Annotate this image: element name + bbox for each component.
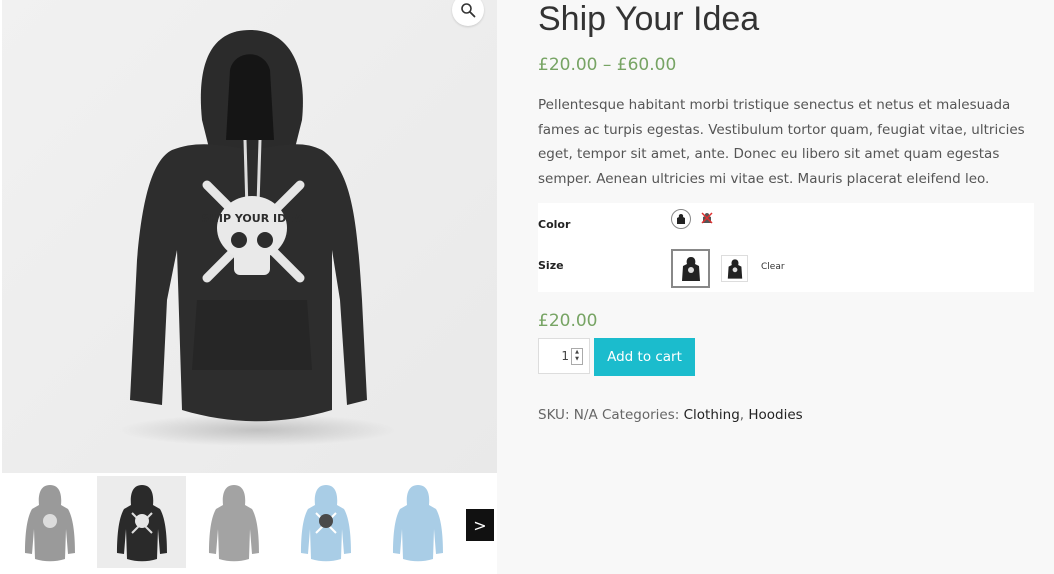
color-swatch-black[interactable]	[671, 209, 691, 229]
category-link-hoodies[interactable]: Hoodies	[748, 407, 802, 423]
thumbnail-grey-print[interactable]	[5, 476, 94, 568]
size-swatch-option[interactable]	[721, 255, 748, 282]
magnifier-icon	[461, 3, 476, 18]
product-title: Ship Your Idea	[538, 0, 760, 38]
chevron-right-icon: >	[473, 515, 487, 535]
product-gallery: SHIP YOUR IDEA >	[0, 0, 497, 574]
thumbnail-blue-print[interactable]	[281, 476, 370, 568]
add-to-cart-button[interactable]: Add to cart	[594, 338, 695, 376]
hoodie-thumbnail-icon	[300, 485, 351, 562]
thumbnail-grey[interactable]	[189, 476, 278, 568]
clear-link[interactable]: Clear	[761, 262, 785, 272]
price-range: £20.00 – £60.00	[538, 55, 677, 75]
hoodie-swatch-icon	[677, 214, 685, 224]
category-separator: ,	[739, 407, 745, 423]
variations-table: Color Size Clear	[538, 203, 1034, 292]
variation-price: £20.00	[538, 311, 598, 331]
caret-down-icon[interactable]: ▼	[572, 356, 582, 364]
thumbnail-next-button[interactable]: >	[466, 509, 494, 541]
hoodie-swatch-icon	[727, 258, 742, 279]
thumbnail-blue[interactable]	[373, 476, 462, 568]
hoodie-thumbnail-icon	[392, 485, 443, 562]
categories-label: Categories:	[601, 407, 680, 423]
print-text: SHIP YOUR IDEA	[202, 212, 303, 225]
sku-label: SKU:	[538, 407, 570, 423]
quantity-stepper[interactable]: 1 ▲ ▼	[538, 338, 590, 374]
hoodie-thumbnail-icon	[24, 485, 75, 562]
quantity-spinner[interactable]: ▲ ▼	[571, 347, 583, 365]
product-meta: SKU: N/A Categories: Clothing, Hoodies	[538, 407, 803, 423]
color-swatch-unavailable[interactable]	[700, 211, 714, 225]
color-label: Color	[538, 218, 571, 231]
caret-up-icon[interactable]: ▲	[572, 349, 582, 357]
hoodie-thumbnail-icon	[208, 485, 259, 562]
hoodie-thumbnail-icon	[116, 485, 167, 562]
category-link-clothing[interactable]: Clothing	[684, 407, 740, 423]
hoodie-swatch-icon	[681, 256, 700, 281]
size-label: Size	[538, 259, 564, 272]
product-description: Pellentesque habitant morbi tristique se…	[538, 97, 1025, 187]
hoodie-image: SHIP YOUR IDEA	[117, 30, 397, 446]
thumbnail-strip	[2, 476, 497, 568]
unavailable-x-icon	[701, 212, 713, 224]
main-product-image[interactable]: SHIP YOUR IDEA	[2, 0, 497, 473]
thumbnail-black-print[interactable]	[97, 476, 186, 568]
quantity-value: 1	[561, 349, 569, 363]
size-swatch-selected[interactable]	[671, 249, 710, 288]
sku-value: N/A	[573, 407, 598, 423]
